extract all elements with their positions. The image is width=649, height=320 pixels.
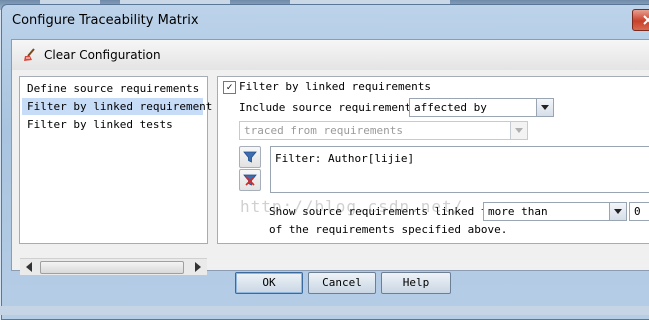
close-icon xyxy=(643,15,649,25)
include-source-label: Include source requirements xyxy=(239,101,418,114)
filter-linked-checkbox[interactable]: ✓ xyxy=(223,81,236,94)
count-value: 0 xyxy=(634,205,641,218)
list-item-define-source[interactable]: Define source requirements xyxy=(22,80,199,97)
close-button[interactable] xyxy=(632,9,649,31)
clear-filter-icon xyxy=(243,174,257,186)
list-item-filter-linked-tests[interactable]: Filter by linked tests xyxy=(22,116,173,133)
broom-icon xyxy=(22,47,38,63)
filter-settings-panel: ✓ Filter by linked requirements Include … xyxy=(217,76,649,244)
list-item-filter-linked-requirement[interactable]: Filter by linked requirement xyxy=(22,98,212,115)
filter-icon xyxy=(243,151,257,163)
cancel-button[interactable]: Cancel xyxy=(308,272,376,294)
clear-configuration-label: Clear Configuration xyxy=(44,48,161,62)
dialog-title: Configure Traceability Matrix xyxy=(12,13,199,28)
show-source-combo[interactable]: more than xyxy=(483,202,627,221)
horizontal-scrollbar[interactable] xyxy=(20,258,207,275)
scroll-left-arrow-icon[interactable] xyxy=(26,262,32,272)
traced-from-value: traced from requirements xyxy=(244,124,403,137)
clear-filter-button[interactable] xyxy=(239,169,261,191)
of-requirements-label: of the requirements specified above. xyxy=(269,223,508,236)
filter-text: Filter: Author[lijie] xyxy=(275,152,415,165)
ok-button[interactable]: OK xyxy=(235,272,303,294)
chevron-down-icon[interactable] xyxy=(536,99,553,116)
toolbar: Clear Configuration xyxy=(12,40,649,70)
chevron-down-icon xyxy=(510,122,527,139)
clear-configuration-button[interactable]: Clear Configuration xyxy=(22,44,161,66)
show-source-value: more than xyxy=(488,205,548,218)
steps-list: Define source requirements Filter by lin… xyxy=(19,76,212,275)
filter-linked-label: Filter by linked requirements xyxy=(239,80,432,93)
watermark-text: http://blog.csdn.net/ xyxy=(240,197,464,216)
help-button[interactable]: Help xyxy=(381,272,451,294)
include-source-value: affected by xyxy=(414,101,487,114)
filter-button[interactable] xyxy=(239,146,261,168)
count-input[interactable]: 0 xyxy=(629,202,649,221)
chevron-down-icon[interactable] xyxy=(609,203,626,220)
include-source-combo[interactable]: affected by xyxy=(409,98,554,117)
scroll-thumb[interactable] xyxy=(40,261,184,274)
filter-text-box[interactable]: Filter: Author[lijie] xyxy=(270,146,649,193)
dialog-client-area: Clear Configuration Define source requir… xyxy=(11,39,649,275)
bottom-border xyxy=(0,306,649,315)
traced-from-combo: traced from requirements xyxy=(239,121,528,140)
scroll-right-arrow-icon[interactable] xyxy=(195,262,201,272)
